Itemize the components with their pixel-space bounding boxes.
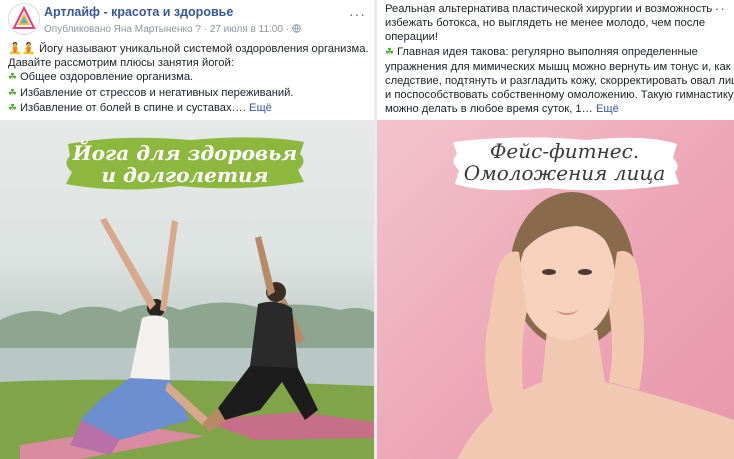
face-fitness-photo[interactable]: Фейс-фитнес. Омоложения лица	[377, 120, 734, 459]
see-more-link[interactable]: Ещё	[596, 103, 619, 115]
post-text: 🧘🧘 Йогу называют уникальной системой озд…	[0, 42, 374, 116]
text-line: Реальная альтернатива пластической хирур…	[385, 3, 713, 15]
text-line: следствие, подтянуть и разгладить кожу, …	[385, 75, 734, 88]
face-title-text: Фейс-фитнес. Омоложения лица	[463, 139, 666, 185]
text-line: 🧘🧘 Йогу называют уникальной системой озд…	[8, 43, 369, 55]
leaf-icon: ☘	[8, 72, 17, 84]
bullet-item: ☘ Избавление от болей в спине и суставах……	[8, 101, 272, 114]
page-avatar[interactable]	[8, 3, 40, 35]
text-line: операции!	[385, 31, 438, 44]
post-options-button[interactable]: ···	[349, 6, 366, 22]
post-left: Артлайф - красота и здоровье Опубликован…	[0, 0, 374, 459]
face-title-banner: Фейс-фитнес. Омоложения лица	[447, 132, 682, 196]
help-marker[interactable]: ?	[195, 24, 201, 35]
see-more-link[interactable]: Ещё	[249, 102, 272, 114]
text-line: Давайте рассмотрим плюсы занятия йогой:	[8, 57, 234, 70]
post-meta: Опубликовано Яна Мартыненко ? · 27 июля …	[44, 24, 301, 35]
post-right: ··· Реальная альтернатива пластической х…	[377, 0, 734, 459]
post-text: Реальная альтернатива пластической хирур…	[377, 0, 734, 117]
post-date[interactable]: 27 июля в 11:00	[210, 24, 283, 35]
text-line: избежать ботокса, но выглядеть не менее …	[385, 17, 706, 30]
leaf-icon: ☘	[8, 87, 17, 99]
yoga-photo[interactable]: Йога для здоровья и долголетия	[0, 120, 374, 459]
leaf-icon: ☘	[8, 102, 17, 114]
post-options-button[interactable]: ···	[709, 0, 726, 16]
text-line: упражнения для мимических мышц можно вер…	[385, 60, 731, 73]
yoga-title-text: Йога для здоровья и долголетия	[72, 141, 298, 187]
text-line: ☘ Главная идея такова: регулярно выполняя…	[385, 45, 698, 58]
yoga-title-banner: Йога для здоровья и долголетия	[60, 132, 310, 196]
leaf-icon: ☘	[385, 46, 394, 58]
bullet-item: ☘ Избавление от стрессов и негативных пер…	[8, 86, 294, 99]
published-by[interactable]: Опубликовано Яна Мартыненко	[44, 24, 193, 35]
globe-icon	[292, 24, 301, 33]
post-header: Артлайф - красота и здоровье Опубликован…	[0, 0, 374, 42]
page-name-link[interactable]: Артлайф - красота и здоровье	[44, 5, 233, 19]
bullet-item: ☘ Общее оздоровление организма.	[8, 71, 194, 84]
text-line: можно делать в любое время суток, 1… Ещё	[385, 103, 619, 116]
artlife-logo-icon	[12, 5, 36, 29]
text-line: и поспособствовать собственному омоложен…	[385, 89, 734, 102]
